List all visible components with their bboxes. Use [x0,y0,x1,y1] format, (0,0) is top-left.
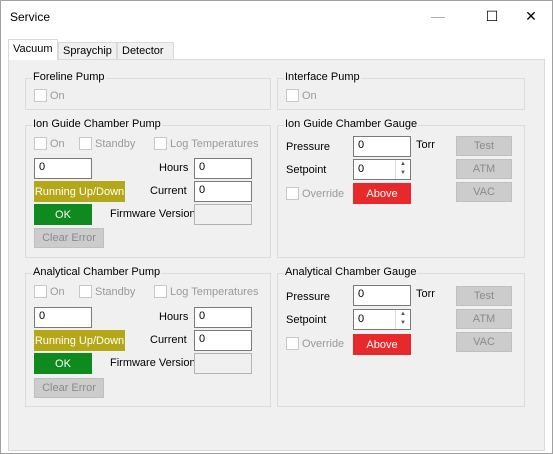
an-pump-current-field[interactable]: 0 [194,330,252,351]
tab-detector[interactable]: Detector [117,42,174,60]
ion-gauge-pressure-field[interactable]: 0 [353,136,411,157]
title-bar: Service — ☐ ✕ [1,1,552,31]
analytical-gauge-group: Analytical Chamber Gauge Pressure 0 Torr… [277,266,525,407]
an-pump-clear-error-button[interactable]: Clear Error [34,378,104,398]
interface-on-label: On [302,89,317,102]
analytical-gauge-title: Analytical Chamber Gauge [284,266,418,278]
spinner-down-icon[interactable]: ▼ [396,169,410,178]
foreline-pump-title: Foreline Pump [32,71,106,83]
checkbox-box [79,137,92,150]
tab-vacuum[interactable]: Vacuum [8,39,58,60]
window-title: Service [10,10,51,24]
foreline-pump-group: Foreline Pump On [25,71,271,110]
an-pump-status-indicator: Running Up/Down [34,330,125,351]
ion-guide-gauge-group: Ion Guide Chamber Gauge Pressure 0 Torr … [277,118,525,258]
ion-pump-hours-field[interactable]: 0 [194,158,252,179]
ion-pump-firmware-label: Firmware Version [110,208,196,220]
an-gauge-test-button[interactable]: Test [456,286,512,306]
checkbox-box [154,137,167,150]
ion-pump-hours-label: Hours [159,162,189,174]
an-pump-standby-checkbox[interactable]: Standby [79,285,135,298]
an-gauge-pressure-label: Pressure [286,291,331,303]
an-pump-ok-indicator: OK [34,353,92,374]
an-gauge-setpoint-spinner[interactable]: 0 ▲ ▼ [353,309,411,330]
interface-on-checkbox[interactable]: On [286,89,317,102]
ion-pump-log-label: Log Temperatures [170,137,259,150]
ion-pump-current-field[interactable]: 0 [194,181,252,202]
interface-pump-group: Interface Pump On [277,71,525,110]
an-gauge-pressure-field[interactable]: 0 [353,285,411,306]
ion-pump-ok-indicator: OK [34,204,92,225]
ion-gauge-vac-button[interactable]: VAC [456,182,512,202]
checkbox-box [34,137,47,150]
an-gauge-above-indicator: Above [353,334,411,355]
ion-gauge-setpoint-spinner[interactable]: 0 ▲ ▼ [353,159,411,180]
an-pump-log-temperatures-checkbox[interactable]: Log Temperatures [154,285,258,298]
ion-pump-current-label: Current [150,185,187,197]
an-pump-current-label: Current [150,334,187,346]
an-pump-firmware-field [194,353,252,374]
ion-pump-on-label: On [50,137,65,150]
ion-gauge-override-label: Override [302,187,345,200]
ion-pump-firmware-field [194,204,252,225]
tab-spraychip[interactable]: Spraychip [58,42,117,60]
checkbox-box [154,285,167,298]
ion-gauge-atm-button[interactable]: ATM [456,159,512,179]
minimize-button[interactable]: — [415,1,461,31]
an-gauge-setpoint-label: Setpoint [286,314,327,326]
ion-pump-on-checkbox[interactable]: On [34,137,65,150]
analytical-pump-group: Analytical Chamber Pump On Standby Log T… [25,266,271,407]
spinner-down-icon[interactable]: ▼ [396,319,410,328]
ion-gauge-test-button[interactable]: Test [456,136,512,156]
spinner-arrows[interactable]: ▲ ▼ [395,310,410,329]
analytical-pump-title: Analytical Chamber Pump [32,266,162,278]
an-pump-on-label: On [50,285,65,298]
ion-gauge-override-checkbox[interactable]: Override [286,187,344,200]
an-gauge-setpoint-value: 0 [358,313,365,325]
ion-pump-clear-error-button[interactable]: Clear Error [34,228,104,248]
ion-guide-pump-group: Ion Guide Chamber Pump On Standby Log Te… [25,118,271,258]
an-pump-standby-label: Standby [95,285,136,298]
an-gauge-override-label: Override [302,337,345,350]
spinner-up-icon[interactable]: ▲ [396,310,410,319]
checkbox-box [286,187,299,200]
ion-pump-standby-label: Standby [95,137,136,150]
an-gauge-unit-label: Torr [416,288,435,300]
ion-pump-speed-field[interactable]: 0 [34,158,92,179]
ion-guide-pump-title: Ion Guide Chamber Pump [32,118,162,130]
checkbox-box [79,285,92,298]
close-button[interactable]: ✕ [508,1,553,31]
an-pump-firmware-label: Firmware Version [110,357,196,369]
ion-gauge-unit-label: Torr [416,139,435,151]
checkbox-box [286,89,299,102]
ion-gauge-setpoint-value: 0 [358,163,365,175]
ion-pump-standby-checkbox[interactable]: Standby [79,137,135,150]
an-gauge-vac-button[interactable]: VAC [456,332,512,352]
ion-gauge-setpoint-label: Setpoint [286,164,327,176]
checkbox-box [286,337,299,350]
ion-pump-status-indicator: Running Up/Down [34,181,125,202]
an-pump-hours-field[interactable]: 0 [194,307,252,328]
service-window: Service — ☐ ✕ Vacuum Spraychip Detector … [0,0,553,454]
ion-guide-gauge-title: Ion Guide Chamber Gauge [284,118,419,130]
an-pump-speed-field[interactable]: 0 [34,307,92,328]
foreline-on-checkbox[interactable]: On [34,89,65,102]
interface-pump-title: Interface Pump [284,71,361,83]
an-pump-hours-label: Hours [159,311,189,323]
checkbox-box [34,285,47,298]
an-pump-on-checkbox[interactable]: On [34,285,65,298]
spinner-arrows[interactable]: ▲ ▼ [395,160,410,179]
ion-pump-log-temperatures-checkbox[interactable]: Log Temperatures [154,137,258,150]
spinner-up-icon[interactable]: ▲ [396,160,410,169]
an-gauge-atm-button[interactable]: ATM [456,309,512,329]
an-gauge-override-checkbox[interactable]: Override [286,337,344,350]
vacuum-tab-page: Foreline Pump On Interface Pump On Ion G… [8,59,545,451]
ion-gauge-pressure-label: Pressure [286,141,331,153]
foreline-on-label: On [50,89,65,102]
ion-gauge-above-indicator: Above [353,183,411,204]
checkbox-box [34,89,47,102]
an-pump-log-label: Log Temperatures [170,285,259,298]
